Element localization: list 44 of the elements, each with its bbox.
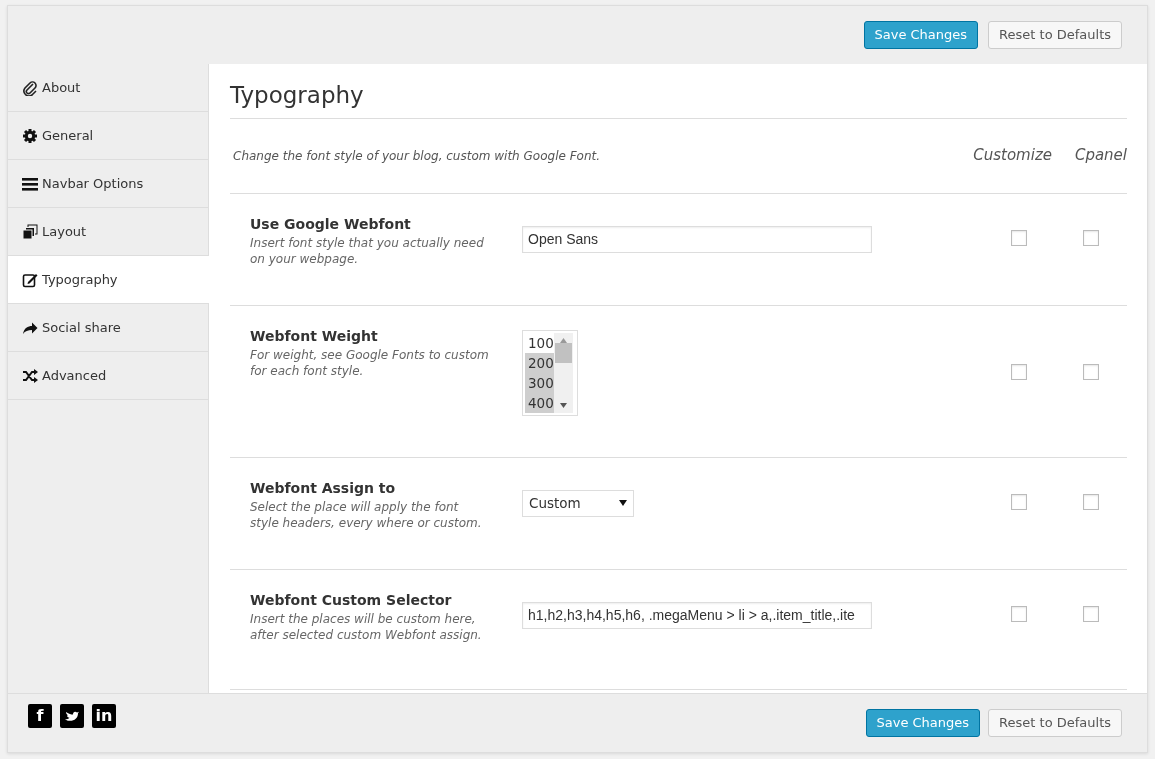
field-description: Insert the places will be custom here, after selected custom Webfont assign.: [250, 610, 483, 643]
paperclip-icon: [22, 79, 38, 96]
listbox-option[interactable]: 400: [525, 392, 554, 413]
cpanel-checkbox[interactable]: [1083, 605, 1099, 622]
menu-icon: [22, 175, 38, 192]
reset-defaults-button[interactable]: Reset to Defaults: [988, 709, 1122, 737]
field-label: Webfont Custom Selector: [250, 590, 453, 610]
column-header: Customize: [972, 145, 1052, 167]
listbox-option[interactable]: 300: [525, 372, 554, 393]
section-description: Change the font style of your blog, custom with Google Font.: [232, 147, 602, 165]
scrollbar[interactable]: [554, 332, 573, 413]
customize-checkbox[interactable]: [1011, 493, 1027, 510]
facebook-icon[interactable]: f: [28, 704, 52, 728]
weight-listbox[interactable]: 100 200 300 400: [522, 329, 578, 416]
edit-icon: [22, 271, 38, 288]
section-title: Typography: [230, 82, 1127, 119]
customize-checkbox[interactable]: [1011, 363, 1027, 380]
sidebar-item[interactable]: Typography: [8, 256, 209, 304]
scroll-thumb[interactable]: [555, 342, 572, 363]
customize-checkbox[interactable]: [1011, 229, 1027, 246]
cpanel-checkbox[interactable]: [1083, 363, 1099, 380]
cpanel-checkbox[interactable]: [1083, 493, 1099, 510]
bird-icon[interactable]: [60, 704, 84, 728]
stacked-squares-icon: [22, 223, 38, 240]
dropdown-select[interactable]: Custom: [522, 489, 634, 517]
cpanel-checkbox[interactable]: [1083, 229, 1099, 246]
reset-defaults-button[interactable]: Reset to Defaults: [988, 21, 1122, 49]
field-label: Webfont Assign to: [250, 478, 397, 498]
customize-checkbox[interactable]: [1011, 605, 1027, 622]
field-label: Use Google Webfont: [250, 214, 412, 234]
scroll-down-icon[interactable]: [560, 402, 567, 408]
field-description: Insert font style that you actually need on your webpage.: [250, 234, 485, 267]
caret-icon: [619, 500, 627, 507]
text-input-field[interactable]: Open Sans: [522, 225, 872, 253]
column-header: Cpanel: [1073, 145, 1127, 167]
linkedin-icon[interactable]: in: [92, 704, 116, 728]
field-description: Select the place will apply the font style headers, every where or custom.: [250, 498, 483, 531]
gear-icon: [22, 127, 38, 144]
field-label: Webfont Weight: [250, 326, 379, 346]
listbox-option[interactable]: 100: [525, 332, 554, 353]
shuffle-icon: [22, 367, 38, 384]
text-input-field[interactable]: h1,h2,h3,h4,h5,h6, .megaMenu > li > a,.item_title,.ite: [522, 601, 872, 629]
field-description: For weight, see Google Fonts to custom for each font style.: [250, 346, 490, 379]
listbox-option[interactable]: 200: [525, 352, 554, 373]
